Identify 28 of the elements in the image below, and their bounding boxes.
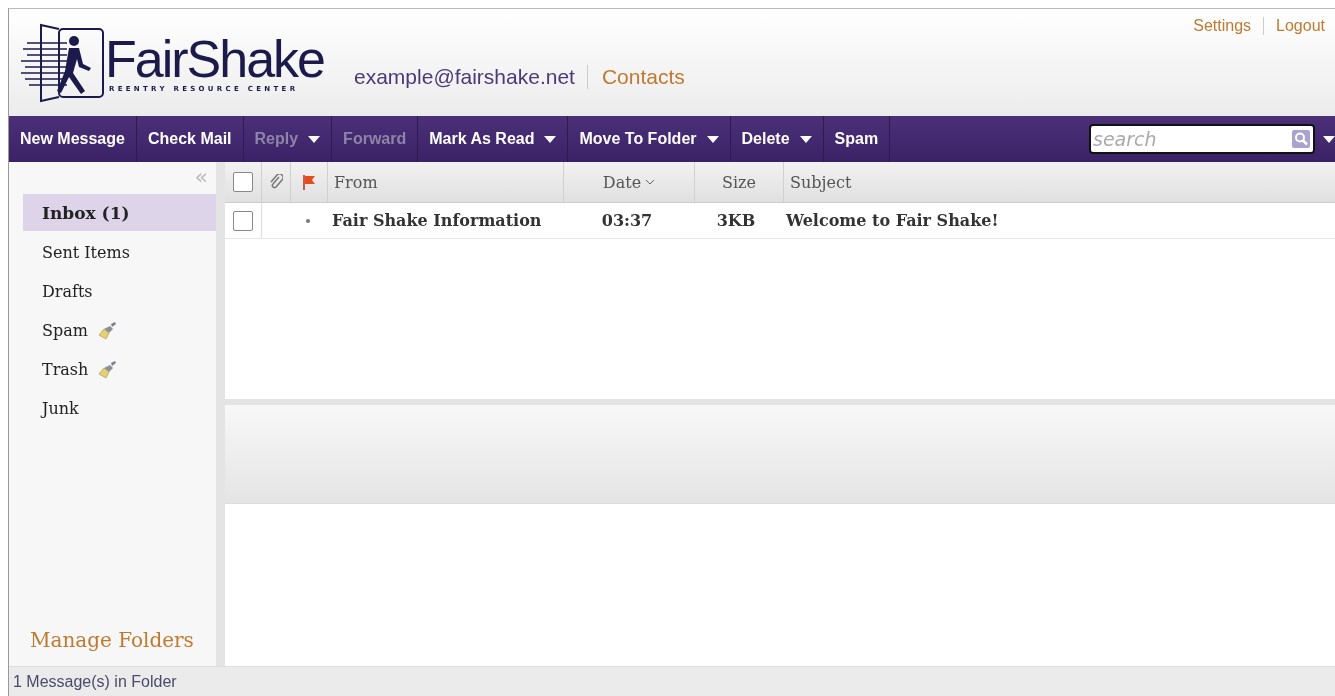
table-cell: Fair Shake Information bbox=[332, 211, 542, 230]
flag-icon bbox=[302, 174, 316, 190]
paperclip-icon bbox=[269, 174, 283, 190]
column-header[interactable]: Date bbox=[602, 172, 642, 192]
column-header[interactable]: From bbox=[334, 172, 378, 192]
folder-item[interactable]: Spam bbox=[23, 311, 216, 350]
folder-item[interactable]: Trash bbox=[23, 350, 216, 389]
unread-dot-icon bbox=[306, 218, 310, 223]
column-header[interactable]: Size bbox=[722, 172, 756, 192]
broom-icon[interactable] bbox=[97, 320, 118, 341]
status-text: 1 Message(s) in Folder bbox=[13, 672, 177, 691]
search-field[interactable]: search bbox=[1089, 124, 1315, 154]
account-email: example@fairshake.net bbox=[354, 64, 588, 89]
table-cell: 03:37 bbox=[601, 211, 653, 230]
folder-item[interactable]: Drafts bbox=[23, 272, 216, 311]
column-header[interactable]: Subject bbox=[790, 172, 852, 192]
row-checkbox[interactable] bbox=[233, 210, 253, 231]
sort-caret-icon[interactable] bbox=[645, 179, 656, 185]
search-options-caret-icon[interactable] bbox=[1323, 135, 1335, 143]
logo-wordmark: FairShake bbox=[105, 32, 324, 85]
search-icon[interactable] bbox=[1292, 130, 1310, 148]
select-all-checkbox[interactable] bbox=[233, 172, 253, 192]
folder-item[interactable]: Inbox (1) bbox=[23, 194, 216, 231]
folder-item[interactable]: Junk bbox=[23, 389, 216, 428]
broom-icon[interactable] bbox=[98, 359, 119, 380]
table-cell: 3KB bbox=[716, 211, 756, 230]
table-cell: Welcome to Fair Shake! bbox=[786, 211, 999, 230]
folder-item[interactable]: Sent Items bbox=[23, 233, 216, 272]
